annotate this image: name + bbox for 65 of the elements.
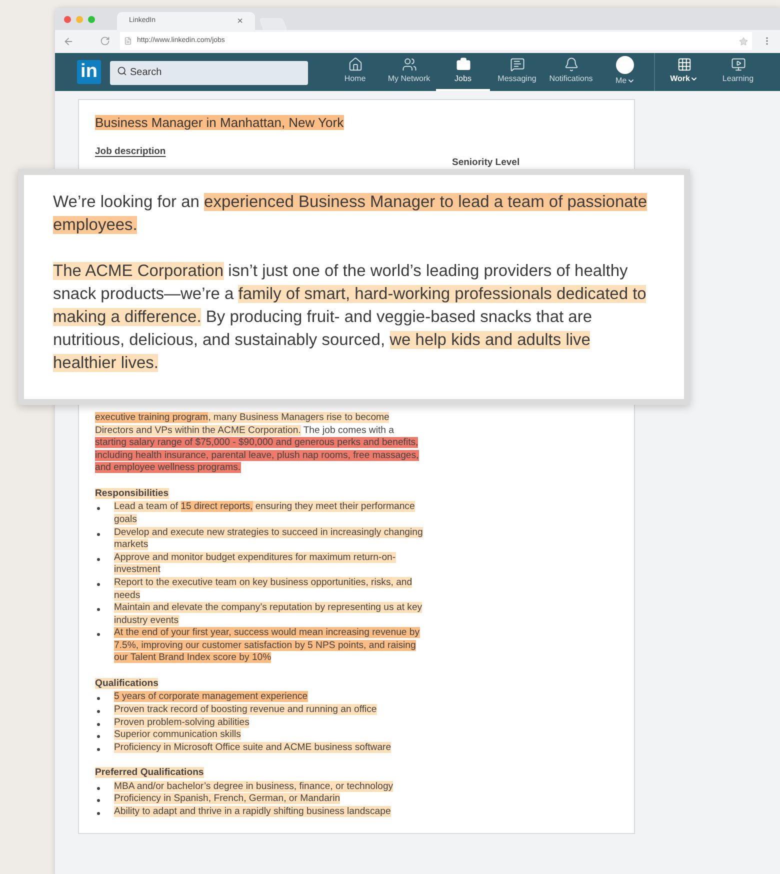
caret-icon [626, 76, 635, 84]
callout-paragraph: The ACME Corporation isn’t just one of the world’s leading providers of healthy snack products—we’re a family of smart, hard-working professionals dedicated to making a difference. By producing fruit- and veggie-based snacks that are nutritious, delicious, and sustainably sourced, we help kids and adults live healthier lives. [53, 261, 648, 374]
caret-icon [690, 75, 698, 83]
linkedin-logo[interactable]: in [77, 60, 101, 84]
list-item-text: Proficiency in Microsoft Office suite and ACME business software [114, 742, 392, 754]
back-icon[interactable] [63, 36, 74, 46]
briefcase-icon [456, 57, 470, 72]
section-heading: Qualifications [95, 677, 160, 692]
home-icon [348, 57, 362, 72]
list-item-text: Proven track record of boosting revenue and running an office [114, 704, 377, 717]
nav-tab[interactable]: Learning [711, 53, 765, 91]
list-item-text: 5 years of corporate management experience [114, 691, 308, 704]
callout-paragraph: We’re looking for an experienced Business Manager to lead a team of passionate employees. [53, 192, 648, 236]
list-item-text: Ability to adapt and thrive in a rapidly shifting business landscape [114, 806, 391, 819]
bullet-icon [97, 799, 100, 802]
close-window-icon[interactable] [64, 16, 71, 22]
bell-icon [564, 57, 578, 72]
job-title: Business Manager in Manhattan, New York [95, 114, 345, 132]
list-item-text: Lead a team of 15 direct reports, ensuring they meet their performance goals [114, 501, 416, 527]
bullet-icon [97, 608, 100, 612]
list-item-text: Approve and monitor budget expenditures for maximum return-on-investment [114, 552, 397, 577]
nav-tab[interactable]: Jobs [436, 53, 490, 91]
list-item-text: Report to the executive team on key business opportunities, risks, and needs [114, 576, 414, 602]
avatar-icon [616, 56, 634, 74]
nav-tab[interactable]: Messaging [490, 53, 544, 91]
bullet-icon [97, 582, 100, 586]
bullet-icon [97, 748, 100, 751]
list-item-text: At the end of your first year, success would mean increasing revenue by 7.5%, improving our customer satisfaction by 5 NPS points, and raising our Talent Brand Index score by 10% [114, 627, 421, 666]
nav-tab[interactable]: Work [657, 53, 711, 91]
nav-tab[interactable]: Me [598, 53, 652, 91]
bullet-icon [97, 532, 100, 536]
list-item-text: Proven problem-solving abilities [114, 716, 250, 730]
nav-tab[interactable]: Notifications [544, 53, 598, 91]
list-item-text: Superior communication skills [114, 729, 241, 742]
search-icon [117, 66, 127, 76]
list-item-text: Maintain and elevate the company’s reputation by representing us at key industry events [114, 602, 424, 628]
bullet-icon [97, 812, 100, 816]
nav-tab[interactable]: Home [328, 53, 382, 91]
bullet-icon [97, 722, 100, 726]
minimize-window-icon[interactable] [76, 16, 83, 22]
bullet-icon [97, 697, 100, 700]
reload-icon[interactable] [100, 36, 110, 46]
page-icon [124, 37, 132, 45]
nav-tab[interactable]: My Network [382, 53, 436, 91]
list-item-text: Develop and execute new strategies to succeed in increasingly changing markets [114, 526, 424, 552]
job-description-tab[interactable]: Job description [95, 146, 166, 157]
list-item-text: Proficiency in Spanish, French, German, or Mandarin [114, 793, 340, 806]
star-icon[interactable] [739, 36, 748, 46]
section-heading: Preferred Qualifications [95, 766, 205, 780]
bullet-icon [97, 735, 100, 738]
bullet-icon [97, 786, 100, 790]
bullet-icon [97, 558, 100, 561]
people-icon [402, 57, 416, 72]
list-item-text: MBA and/or bachelor’s degree in business, finance, or technology [114, 780, 394, 794]
bullet-icon [97, 633, 100, 636]
job-paragraph: executive training program, many Business Managers rise to become Directors and VPs within the ACME Corporation. The job comes with a starting salary range of $75,000 - $90,000 and generous perks and benefits, including health insurance, parental leave, plush nap rooms, free massages, and employee wellness programs. [95, 412, 420, 475]
search-field[interactable]: Search [110, 60, 308, 85]
play-screen-icon [730, 57, 746, 72]
bullet-icon [97, 507, 100, 510]
maximize-window-icon[interactable] [88, 16, 95, 22]
chat-icon [510, 57, 524, 72]
section-heading: Responsibilities [95, 486, 170, 501]
grid-icon [676, 57, 692, 72]
bullet-icon [97, 710, 100, 714]
side-heading: Seniority Level [452, 157, 520, 168]
